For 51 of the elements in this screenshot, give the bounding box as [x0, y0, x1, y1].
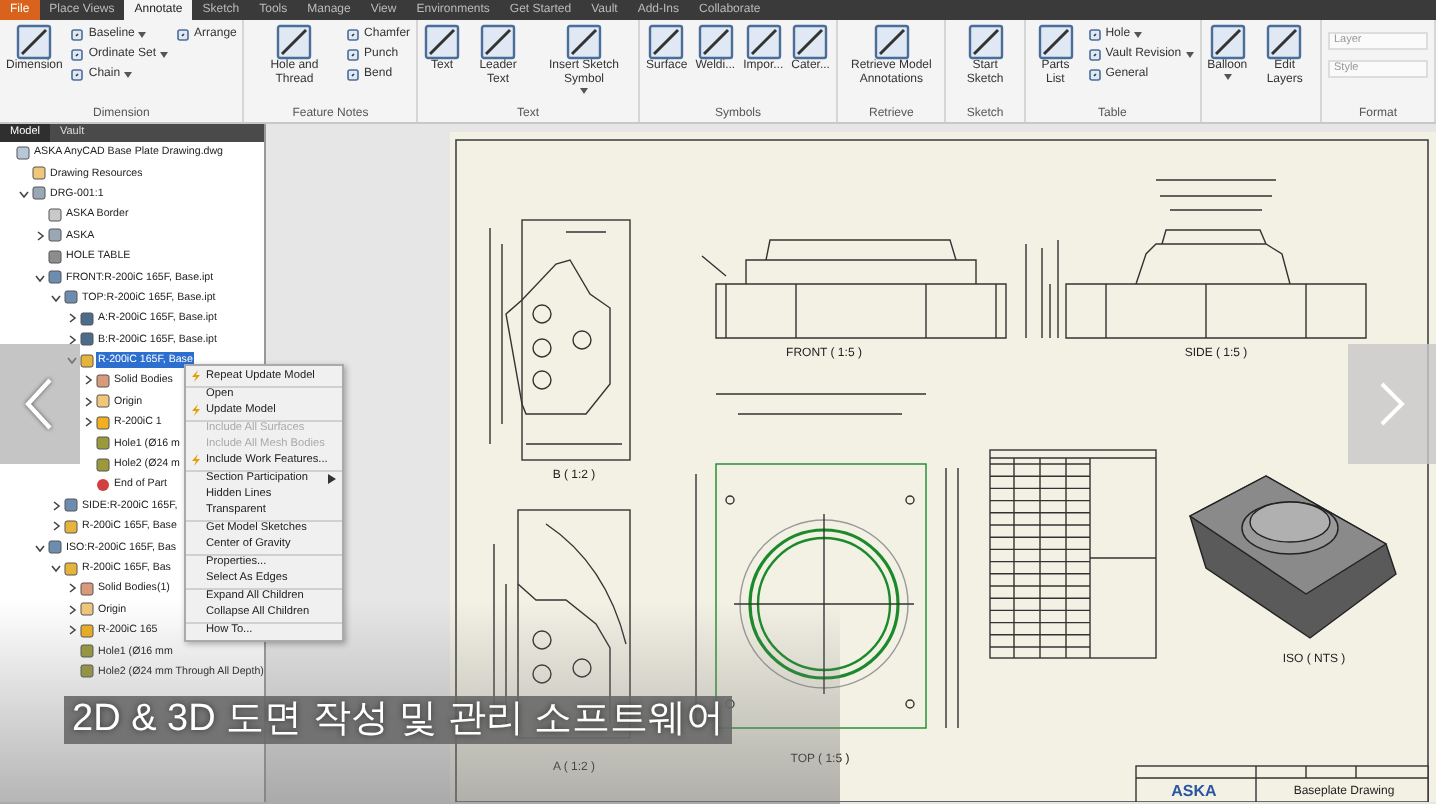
tool-icon: [697, 24, 734, 60]
chevron-icon[interactable]: [66, 333, 78, 346]
tool-icon: [70, 48, 85, 62]
tool-icon: [792, 24, 829, 60]
tree-item-icon: [16, 145, 30, 160]
tool-icon: [1266, 24, 1303, 60]
lightning-icon: [190, 404, 202, 416]
tool-icon: [745, 24, 782, 60]
tool-icon: [424, 24, 461, 60]
chevron-icon[interactable]: [34, 229, 46, 242]
tool-icon: [1087, 68, 1102, 82]
lightning-icon: [190, 370, 202, 382]
folder-icon: [32, 166, 46, 181]
chevron-icon[interactable]: [50, 562, 62, 574]
tool-icon: [16, 24, 53, 60]
tool-icon: [346, 28, 361, 42]
chevron-icon[interactable]: [82, 374, 94, 387]
tool-icon: [480, 24, 517, 60]
lightning-icon: [190, 454, 202, 466]
tool-icon: [1209, 24, 1246, 60]
chevron-right-icon: [1378, 380, 1406, 428]
chevron-icon[interactable]: [50, 499, 62, 512]
tool-icon: [346, 48, 361, 62]
chevron-icon[interactable]: [34, 271, 46, 284]
chevron-icon[interactable]: [66, 624, 78, 637]
folder-icon: [80, 602, 94, 617]
tool-icon: [70, 28, 85, 42]
tool-icon: [566, 24, 603, 60]
tool-icon: [1037, 24, 1074, 60]
tool-icon: [1087, 48, 1102, 62]
chevron-icon[interactable]: [66, 603, 78, 616]
tool-icon: [873, 24, 910, 60]
chevron-icon[interactable]: [66, 582, 78, 595]
tool-icon: [176, 28, 191, 42]
chevron-icon[interactable]: [34, 541, 46, 554]
chevron-icon[interactable]: [18, 187, 30, 200]
chevron-icon[interactable]: [82, 416, 94, 429]
company-logo: ASKA: [1171, 782, 1217, 800]
chevron-icon[interactable]: [66, 312, 78, 325]
caption-text: 2D & 3D 도면 작성 및 관리 소프트웨어: [64, 696, 733, 744]
tool-icon: [346, 68, 361, 82]
submenu-arrow-icon: [328, 474, 336, 484]
folder-icon: [96, 394, 110, 409]
tool-icon: [276, 24, 313, 60]
chevron-icon[interactable]: [50, 520, 62, 533]
chevron-icon[interactable]: [82, 395, 94, 408]
chevron-icon[interactable]: [50, 291, 62, 304]
tool-icon: [967, 24, 1004, 60]
tool-icon: [70, 68, 85, 82]
tool-icon: [648, 24, 685, 60]
tool-icon: [1087, 28, 1102, 42]
